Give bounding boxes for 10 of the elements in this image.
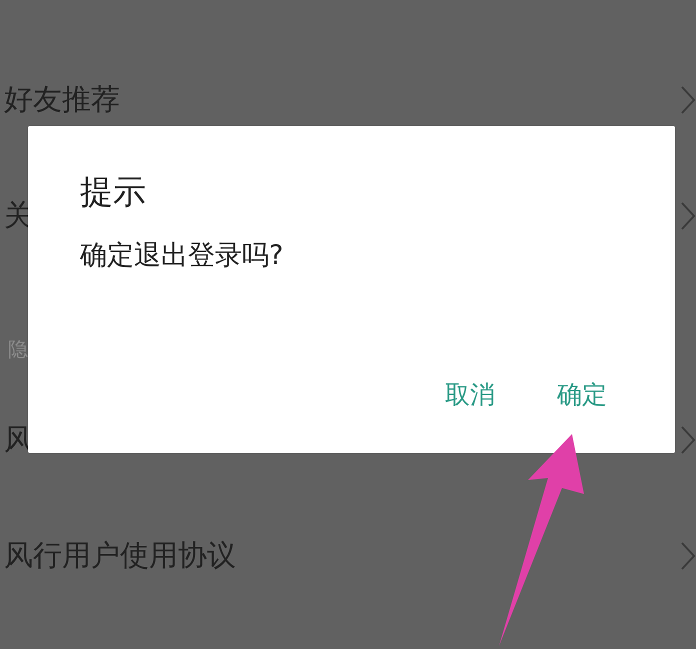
chevron-icon [680,541,696,571]
chevron-icon [680,85,696,115]
chevron-icon [680,201,696,231]
setting-label[interactable]: 好友推荐 [4,80,120,120]
setting-label[interactable]: 风行用户使用协议 [4,536,236,576]
dialog-title: 提示 [80,171,147,213]
dialog-button[interactable]: 取消 [439,374,501,415]
chevron-icon [680,425,696,455]
dialog-message: 确定退出登录吗? [80,239,284,273]
dialog-button[interactable]: 确定 [551,374,613,415]
